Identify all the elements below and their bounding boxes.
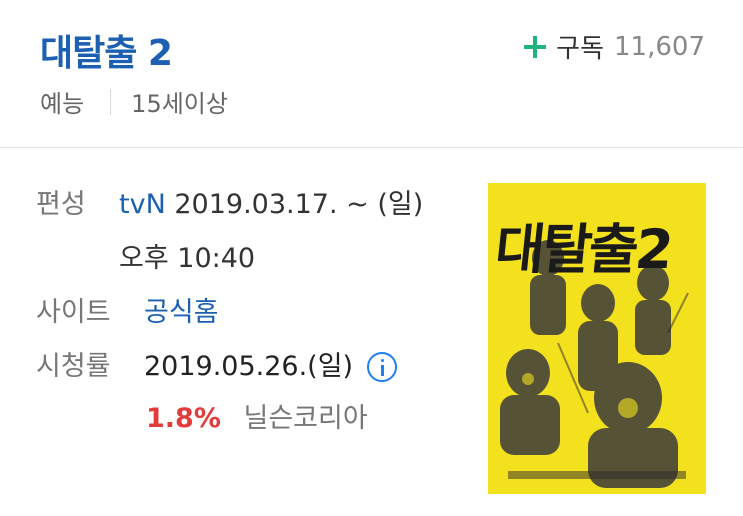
rating-source: 닐슨코리아: [243, 403, 368, 434]
site-label: 사이트: [36, 297, 111, 328]
official-site-link[interactable]: 공식홈: [144, 286, 219, 340]
program-poster[interactable]: 대탈출2: [488, 183, 706, 494]
subscriber-count: 11,607: [614, 31, 705, 62]
info-icon[interactable]: [367, 352, 398, 382]
rating-value-row: 1.8% 닐슨코리아: [36, 394, 466, 444]
broadcast-row: 편성 tvN 2019.03.17. ~ (일): [36, 178, 466, 232]
broadcast-label: 편성: [36, 189, 86, 220]
rating-row: 시청률 2019.05.26.(일): [36, 340, 466, 394]
program-title[interactable]: 대탈출 2: [40, 24, 173, 76]
rating-label: 시청률: [36, 351, 111, 382]
subscribe-label: 구독: [556, 34, 605, 64]
program-info-card: 대탈출 2 구독 11,607 예능 15세이상 편성 tvN 2019.03.…: [0, 0, 743, 516]
channel-link[interactable]: tvN: [119, 189, 166, 220]
subscribe-button[interactable]: 구독 11,607: [524, 28, 705, 65]
site-row: 사이트 공식홈: [36, 286, 466, 340]
meta-divider: [110, 88, 112, 115]
poster-title: 대탈출2: [492, 218, 674, 281]
program-meta: 예능 15세이상: [40, 84, 228, 119]
program-details: 편성 tvN 2019.03.17. ~ (일) 오후 10:40 사이트 공식…: [36, 178, 466, 444]
schedule-date: 2019.03.17. ~ (일): [174, 189, 424, 220]
header-divider: [0, 147, 743, 148]
rating-value: 1.8%: [146, 403, 221, 434]
age-rating-label: 15세이상: [131, 90, 228, 118]
program-header: 대탈출 2 구독 11,607 예능 15세이상: [0, 0, 743, 148]
schedule-time-row: 오후 10:40: [36, 232, 466, 286]
schedule-time: 오후 10:40: [119, 243, 256, 274]
plus-icon: [524, 35, 547, 58]
genre-label: 예능: [40, 90, 85, 118]
rating-date: 2019.05.26.(일): [144, 351, 354, 382]
